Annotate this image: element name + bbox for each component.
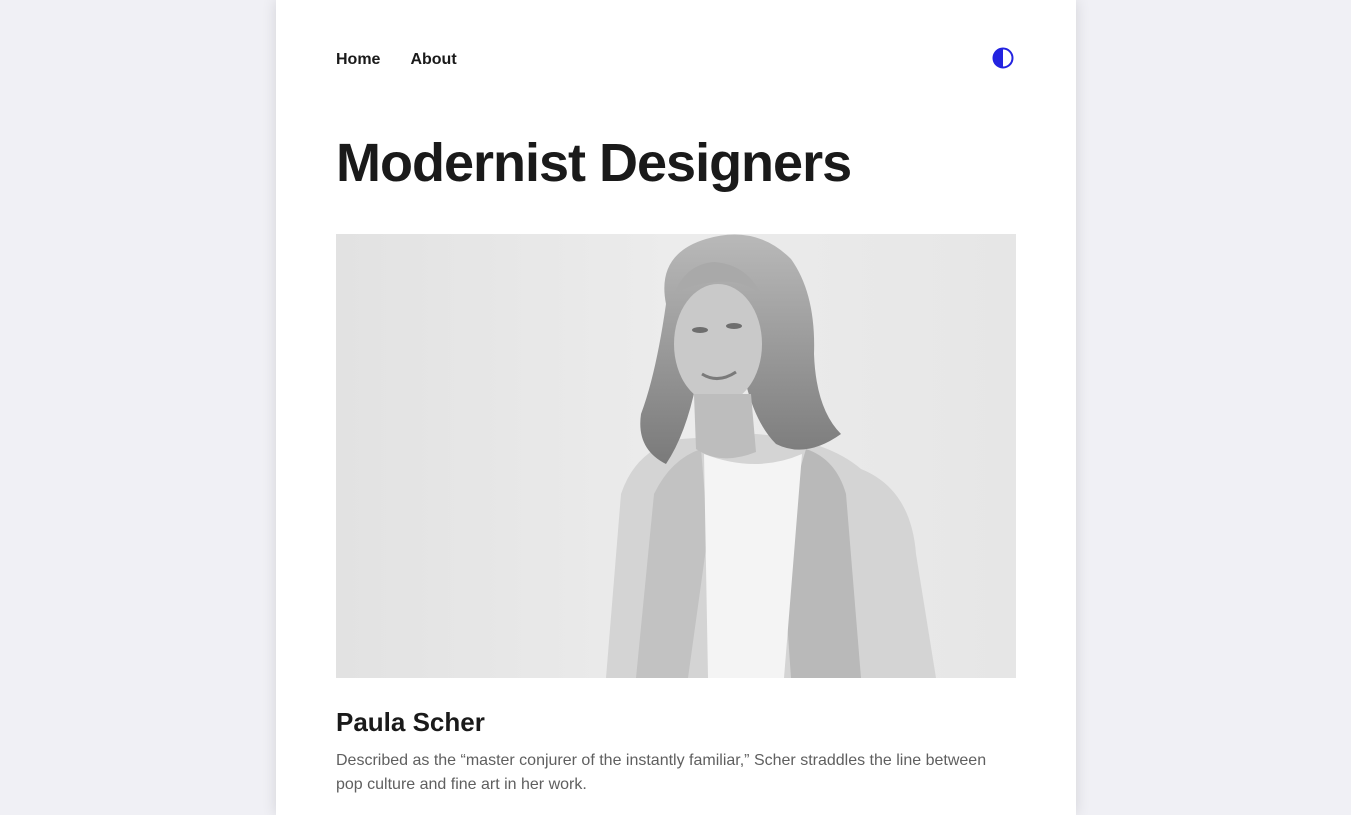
post-excerpt: Described as the “master conjurer of the… <box>336 752 987 793</box>
page-title: Modernist Designers <box>336 133 852 193</box>
nav-link-home[interactable]: Home <box>336 50 380 70</box>
post-title-link[interactable]: Paula Scher <box>336 704 485 740</box>
page-container: Home About Modernist Designers Paula Sch… <box>276 0 1076 815</box>
portrait-image <box>336 234 1016 678</box>
main-nav: Home About <box>336 50 457 70</box>
contrast-half-circle-icon <box>992 47 1014 69</box>
nav-link-about[interactable]: About <box>410 50 456 70</box>
post-featured-image[interactable] <box>336 234 1016 678</box>
theme-toggle-button[interactable] <box>992 47 1014 69</box>
